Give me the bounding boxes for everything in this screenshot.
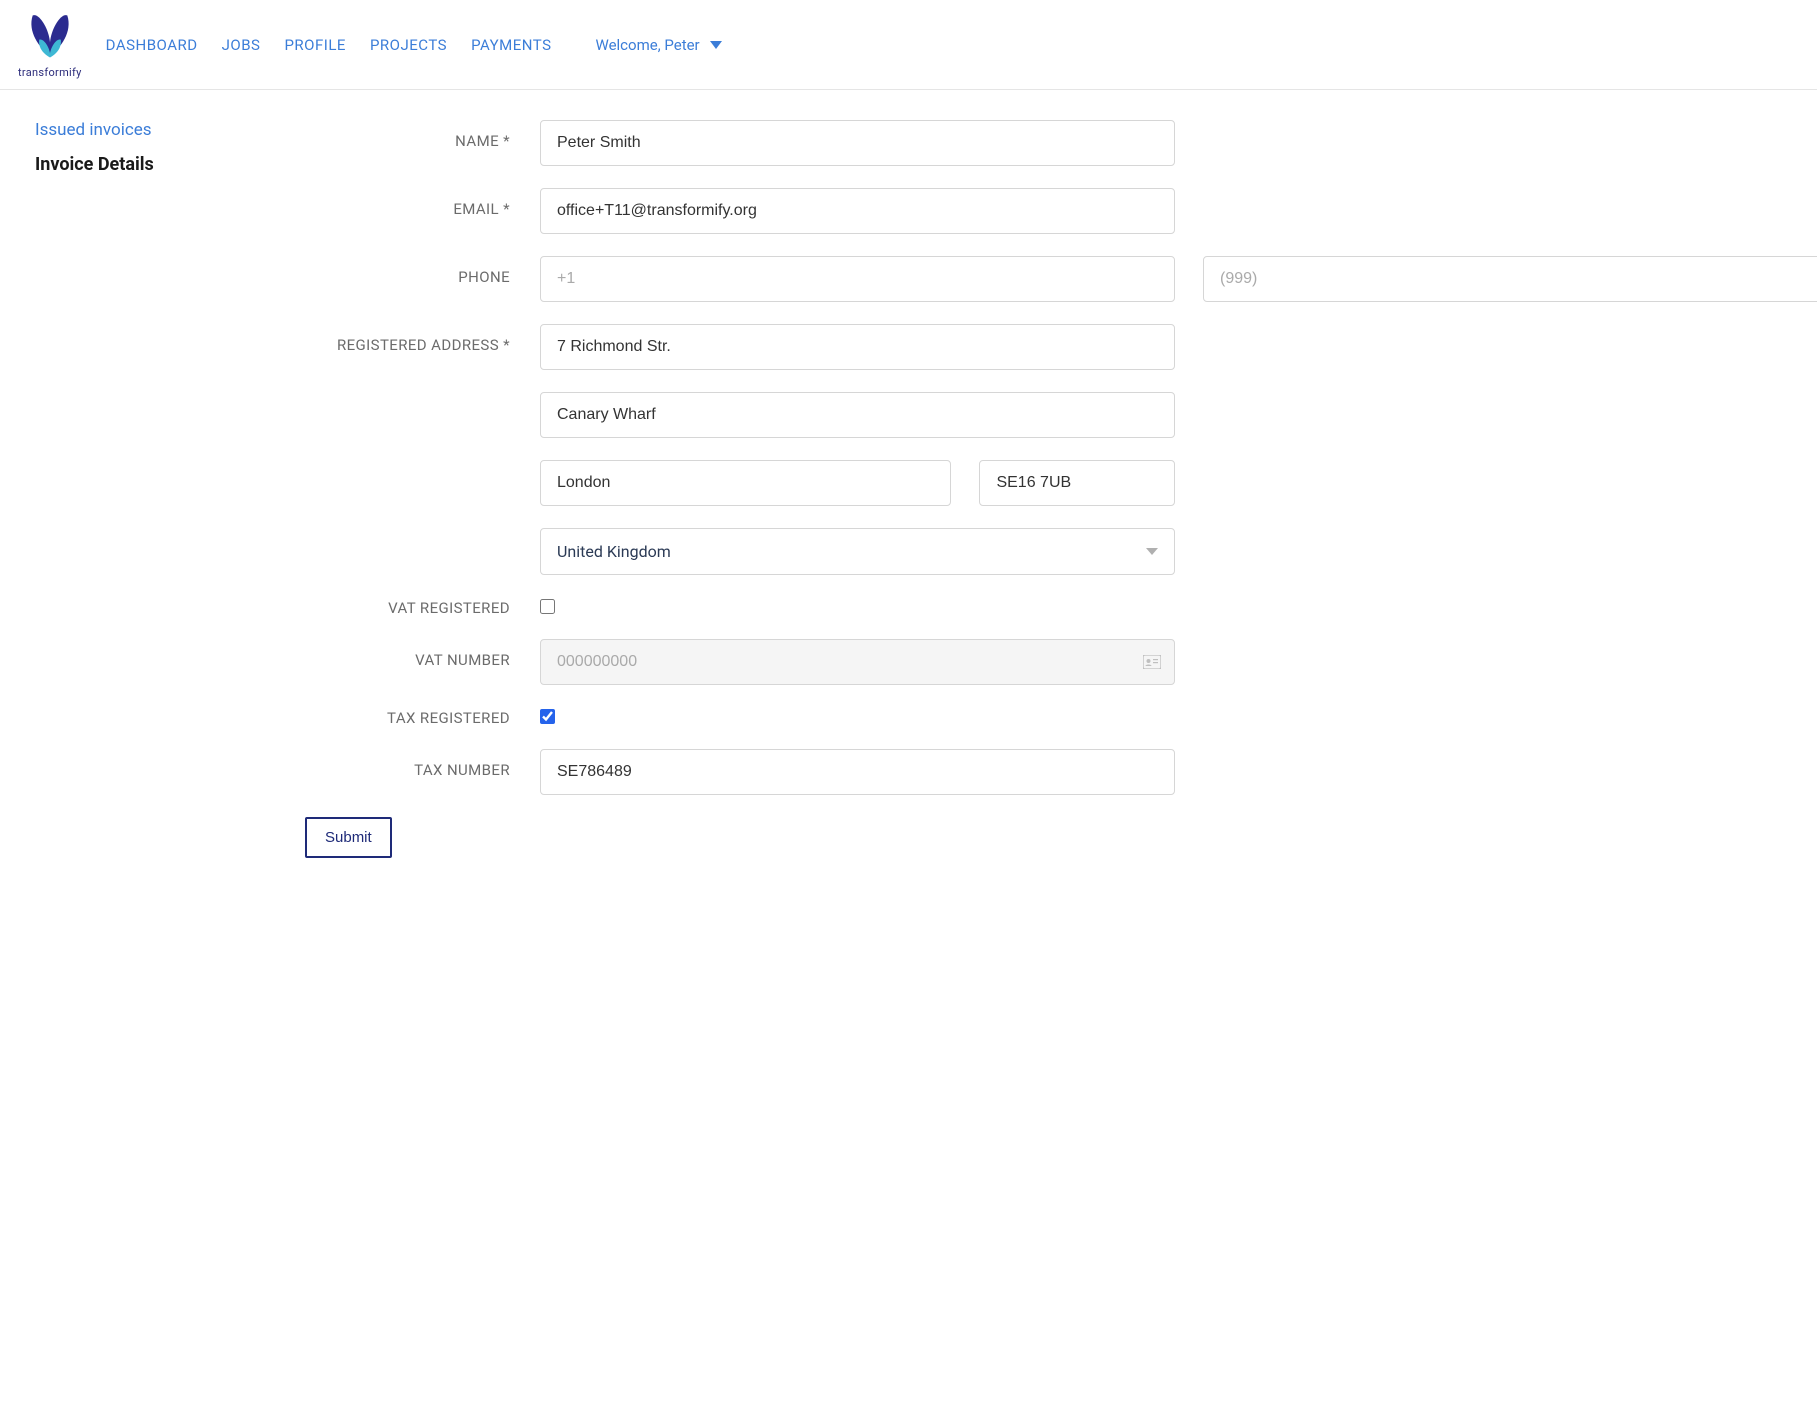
- city-input[interactable]: [540, 460, 951, 506]
- brand-name: transformify: [18, 66, 82, 79]
- email-input[interactable]: [540, 188, 1175, 234]
- label-registered-address: REGISTERED ADDRESS *: [305, 324, 540, 354]
- nav-dashboard[interactable]: DASHBOARD: [106, 36, 198, 54]
- label-tax-number: TAX NUMBER: [305, 749, 540, 779]
- label-vat-registered: VAT REGISTERED: [305, 597, 540, 617]
- welcome-text: Welcome, Peter: [596, 36, 700, 54]
- nav-jobs[interactable]: JOBS: [222, 36, 261, 54]
- name-input[interactable]: [540, 120, 1175, 166]
- tax-number-input[interactable]: [540, 749, 1175, 795]
- chevron-down-icon: [710, 41, 722, 49]
- country-select[interactable]: United Kingdom: [540, 528, 1175, 575]
- page-body: Issued invoices Invoice Details NAME * E…: [0, 90, 1210, 888]
- label-email: EMAIL *: [305, 188, 540, 218]
- user-menu[interactable]: Welcome, Peter: [596, 36, 722, 54]
- chevron-down-icon: [1146, 548, 1158, 555]
- label-vat-number: VAT NUMBER: [305, 639, 540, 669]
- sidebar-invoice-details[interactable]: Invoice Details: [35, 154, 265, 175]
- phone-country-code-input[interactable]: [540, 256, 1175, 302]
- butterfly-icon: [23, 10, 77, 64]
- label-phone: PHONE: [305, 256, 540, 286]
- sidebar-issued-invoices[interactable]: Issued invoices: [35, 120, 265, 140]
- nav-profile[interactable]: PROFILE: [284, 36, 346, 54]
- invoice-details-form: NAME * EMAIL * PHONE REGISTERED ADDRESS …: [305, 120, 1175, 858]
- submit-button[interactable]: Submit: [305, 817, 392, 858]
- address-line2-input[interactable]: [540, 392, 1175, 438]
- top-header: transformify DASHBOARD JOBS PROFILE PROJ…: [0, 0, 1817, 90]
- tax-registered-checkbox[interactable]: [540, 709, 555, 724]
- label-tax-registered: TAX REGISTERED: [305, 707, 540, 727]
- phone-area-code-input[interactable]: [1203, 256, 1817, 302]
- address-line1-input[interactable]: [540, 324, 1175, 370]
- label-name: NAME *: [305, 120, 540, 150]
- nav-projects[interactable]: PROJECTS: [370, 36, 447, 54]
- main-nav: DASHBOARD JOBS PROFILE PROJECTS PAYMENTS…: [106, 36, 1799, 54]
- postcode-input[interactable]: [979, 460, 1175, 506]
- brand-logo[interactable]: transformify: [18, 10, 82, 79]
- nav-payments[interactable]: PAYMENTS: [471, 36, 551, 54]
- country-selected-value: United Kingdom: [557, 542, 671, 561]
- vat-registered-checkbox[interactable]: [540, 599, 555, 614]
- sidebar: Issued invoices Invoice Details: [35, 120, 265, 858]
- vat-number-input[interactable]: [540, 639, 1175, 685]
